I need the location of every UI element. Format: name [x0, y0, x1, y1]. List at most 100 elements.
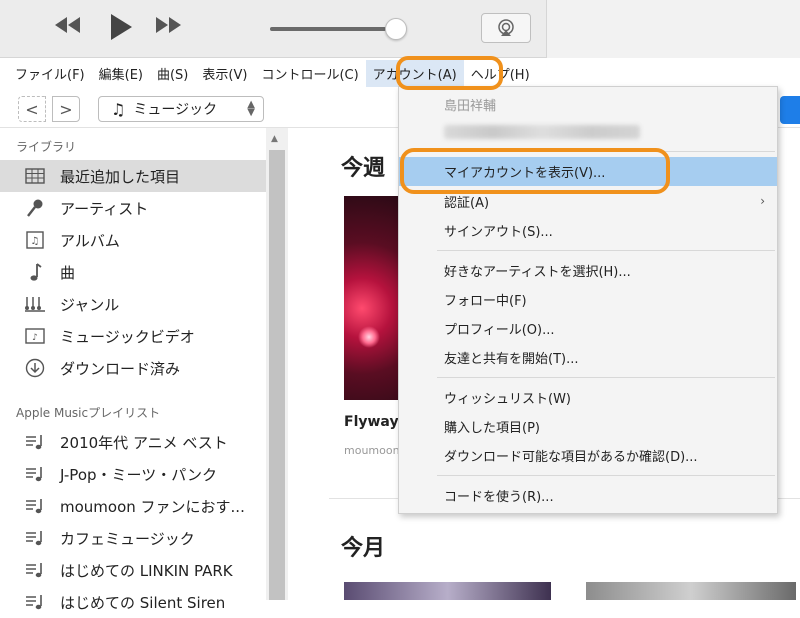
- sidebar-item-label: アーティスト: [60, 199, 149, 218]
- playlist-icon: [24, 593, 46, 611]
- menu-item-view-my-account[interactable]: マイアカウントを表示(V)...: [399, 157, 777, 186]
- download-icon: [24, 358, 46, 378]
- menu-item-label: 認証(A): [444, 196, 490, 211]
- airplay-icon: [498, 19, 514, 36]
- sidebar-item-songs[interactable]: 曲: [0, 256, 266, 288]
- music-video-icon: ♪: [24, 327, 46, 345]
- volume-knob[interactable]: [385, 18, 407, 40]
- sidebar-playlist[interactable]: はじめての Silent Siren: [0, 586, 266, 618]
- album-icon: ♫: [24, 231, 46, 249]
- svg-text:♫: ♫: [31, 236, 40, 247]
- sidebar-item-music-videos[interactable]: ♪ ミュージックビデオ: [0, 320, 266, 352]
- menu-account[interactable]: アカウント(A): [365, 59, 464, 87]
- menu-separator: [437, 151, 775, 152]
- sidebar-scrollbar[interactable]: ▲: [266, 128, 288, 600]
- menu-song[interactable]: 曲(S): [150, 60, 195, 87]
- next-track-button[interactable]: [154, 14, 184, 40]
- sidebar-playlist[interactable]: はじめての LINKIN PARK: [0, 554, 266, 586]
- menu-item-wishlist[interactable]: ウィッシュリスト(W): [399, 383, 777, 412]
- media-type-select[interactable]: ♫ ミュージック ▲ ▼: [98, 96, 264, 122]
- sidebar-item-albums[interactable]: ♫ アルバム: [0, 224, 266, 256]
- sidebar-item-label: カフェミュージック: [60, 529, 195, 548]
- sidebar-item-genres[interactable]: ジャンル: [0, 288, 266, 320]
- sidebar-item-label: アルバム: [60, 231, 120, 250]
- sidebar-item-recently-added[interactable]: 最近追加した項目: [0, 160, 266, 192]
- sidebar-item-label: 2010年代 アニメ ベスト: [60, 433, 228, 452]
- scroll-up-icon[interactable]: ▲: [271, 134, 278, 144]
- album-artwork[interactable]: [344, 196, 404, 400]
- sidebar-item-label: ダウンロード済み: [60, 359, 181, 378]
- sidebar-item-artists[interactable]: アーティスト: [0, 192, 266, 224]
- account-dropdown-menu: 島田祥輔 マイアカウントを表示(V)... 認証(A) › サインアウト(S).…: [398, 86, 778, 514]
- album-title[interactable]: Flyway: [344, 414, 399, 430]
- microphone-icon: [24, 198, 46, 218]
- select-arrows-icon: ▲ ▼: [247, 99, 255, 118]
- svg-text:♪: ♪: [32, 333, 38, 343]
- album-artwork[interactable]: [586, 582, 796, 600]
- sidebar-item-label: はじめての Silent Siren: [60, 593, 226, 612]
- status-display: [546, 0, 800, 58]
- grid-icon: [24, 168, 46, 184]
- playlist-icon: [24, 529, 46, 547]
- playlist-icon: [24, 465, 46, 483]
- genres-icon: [24, 295, 46, 313]
- sidebar-item-label: ジャンル: [60, 295, 120, 314]
- rewind-icon: [55, 17, 80, 33]
- menu-file[interactable]: ファイル(F): [8, 60, 92, 87]
- menu-item-following[interactable]: フォロー中(F): [399, 285, 777, 314]
- sidebar-playlist[interactable]: moumoon ファンにおす...: [0, 490, 266, 522]
- menu-item-check-downloads[interactable]: ダウンロード可能な項目があるか確認(D)...: [399, 441, 777, 470]
- fast-forward-icon: [156, 17, 181, 33]
- menu-separator: [437, 250, 775, 251]
- airplay-button[interactable]: [481, 13, 531, 43]
- forward-button[interactable]: >: [52, 96, 80, 122]
- volume-slider[interactable]: [270, 27, 396, 31]
- submenu-arrow-icon: ›: [760, 194, 765, 208]
- sidebar-item-label: ミュージックビデオ: [60, 327, 195, 346]
- music-note-icon: ♫: [111, 99, 126, 119]
- account-user-name: 島田祥輔: [444, 99, 497, 114]
- section-title-this-week: 今週: [341, 156, 386, 181]
- volume-fill: [270, 27, 386, 31]
- menu-edit[interactable]: 編集(E): [92, 60, 150, 87]
- play-button[interactable]: [108, 12, 134, 46]
- sidebar-item-label: 最近追加した項目: [60, 167, 181, 186]
- playlist-icon: [24, 433, 46, 451]
- menu-item-sign-out[interactable]: サインアウト(S)...: [399, 216, 777, 245]
- menu-item-start-sharing[interactable]: 友達と共有を開始(T)...: [399, 343, 777, 372]
- blurred-account-email: [444, 125, 640, 139]
- transport-bar: [0, 0, 800, 58]
- scrollbar-thumb[interactable]: [269, 150, 285, 600]
- menu-help[interactable]: ヘルプ(H): [464, 60, 537, 87]
- album-artwork[interactable]: [344, 582, 551, 600]
- menu-bar: ファイル(F) 編集(E) 曲(S) 表示(V) コントロール(C) アカウント…: [0, 58, 800, 88]
- play-icon: [111, 14, 132, 40]
- menu-item-authorizations[interactable]: 認証(A) ›: [399, 187, 777, 216]
- music-note-icon: [24, 262, 46, 282]
- sidebar-item-label: J-Pop・ミーツ・パンク: [60, 465, 217, 484]
- store-button-edge[interactable]: [780, 96, 800, 124]
- menu-controls[interactable]: コントロール(C): [254, 60, 365, 87]
- sidebar-playlist[interactable]: J-Pop・ミーツ・パンク: [0, 458, 266, 490]
- album-artist[interactable]: moumoon: [344, 444, 400, 457]
- sidebar-item-label: はじめての LINKIN PARK: [60, 561, 233, 580]
- sidebar-item-label: moumoon ファンにおす...: [60, 497, 245, 516]
- menu-item-purchased[interactable]: 購入した項目(P): [399, 412, 777, 441]
- menu-item-profile[interactable]: プロフィール(O)...: [399, 314, 777, 343]
- playlist-icon: [24, 561, 46, 579]
- previous-track-button[interactable]: [52, 14, 82, 40]
- menu-item-redeem-code[interactable]: コードを使う(R)...: [399, 481, 777, 510]
- sidebar: ライブラリ 最近追加した項目 アーティスト ♫ アルバム 曲 ジャンル ♪ ミュ…: [0, 128, 288, 612]
- sidebar-item-label: 曲: [60, 263, 76, 282]
- back-button[interactable]: <: [18, 96, 46, 122]
- artwork-highlight: [358, 326, 380, 348]
- section-title-this-month: 今月: [341, 536, 386, 561]
- menu-view[interactable]: 表示(V): [195, 60, 254, 87]
- menu-separator: [437, 377, 775, 378]
- sidebar-playlist[interactable]: カフェミュージック: [0, 522, 266, 554]
- library-header: ライブラリ: [16, 140, 77, 154]
- sidebar-playlist[interactable]: 2010年代 アニメ ベスト: [0, 426, 266, 458]
- media-type-label: ミュージック: [133, 102, 218, 118]
- sidebar-item-downloaded[interactable]: ダウンロード済み: [0, 352, 266, 384]
- menu-item-choose-artists[interactable]: 好きなアーティストを選択(H)...: [399, 256, 777, 285]
